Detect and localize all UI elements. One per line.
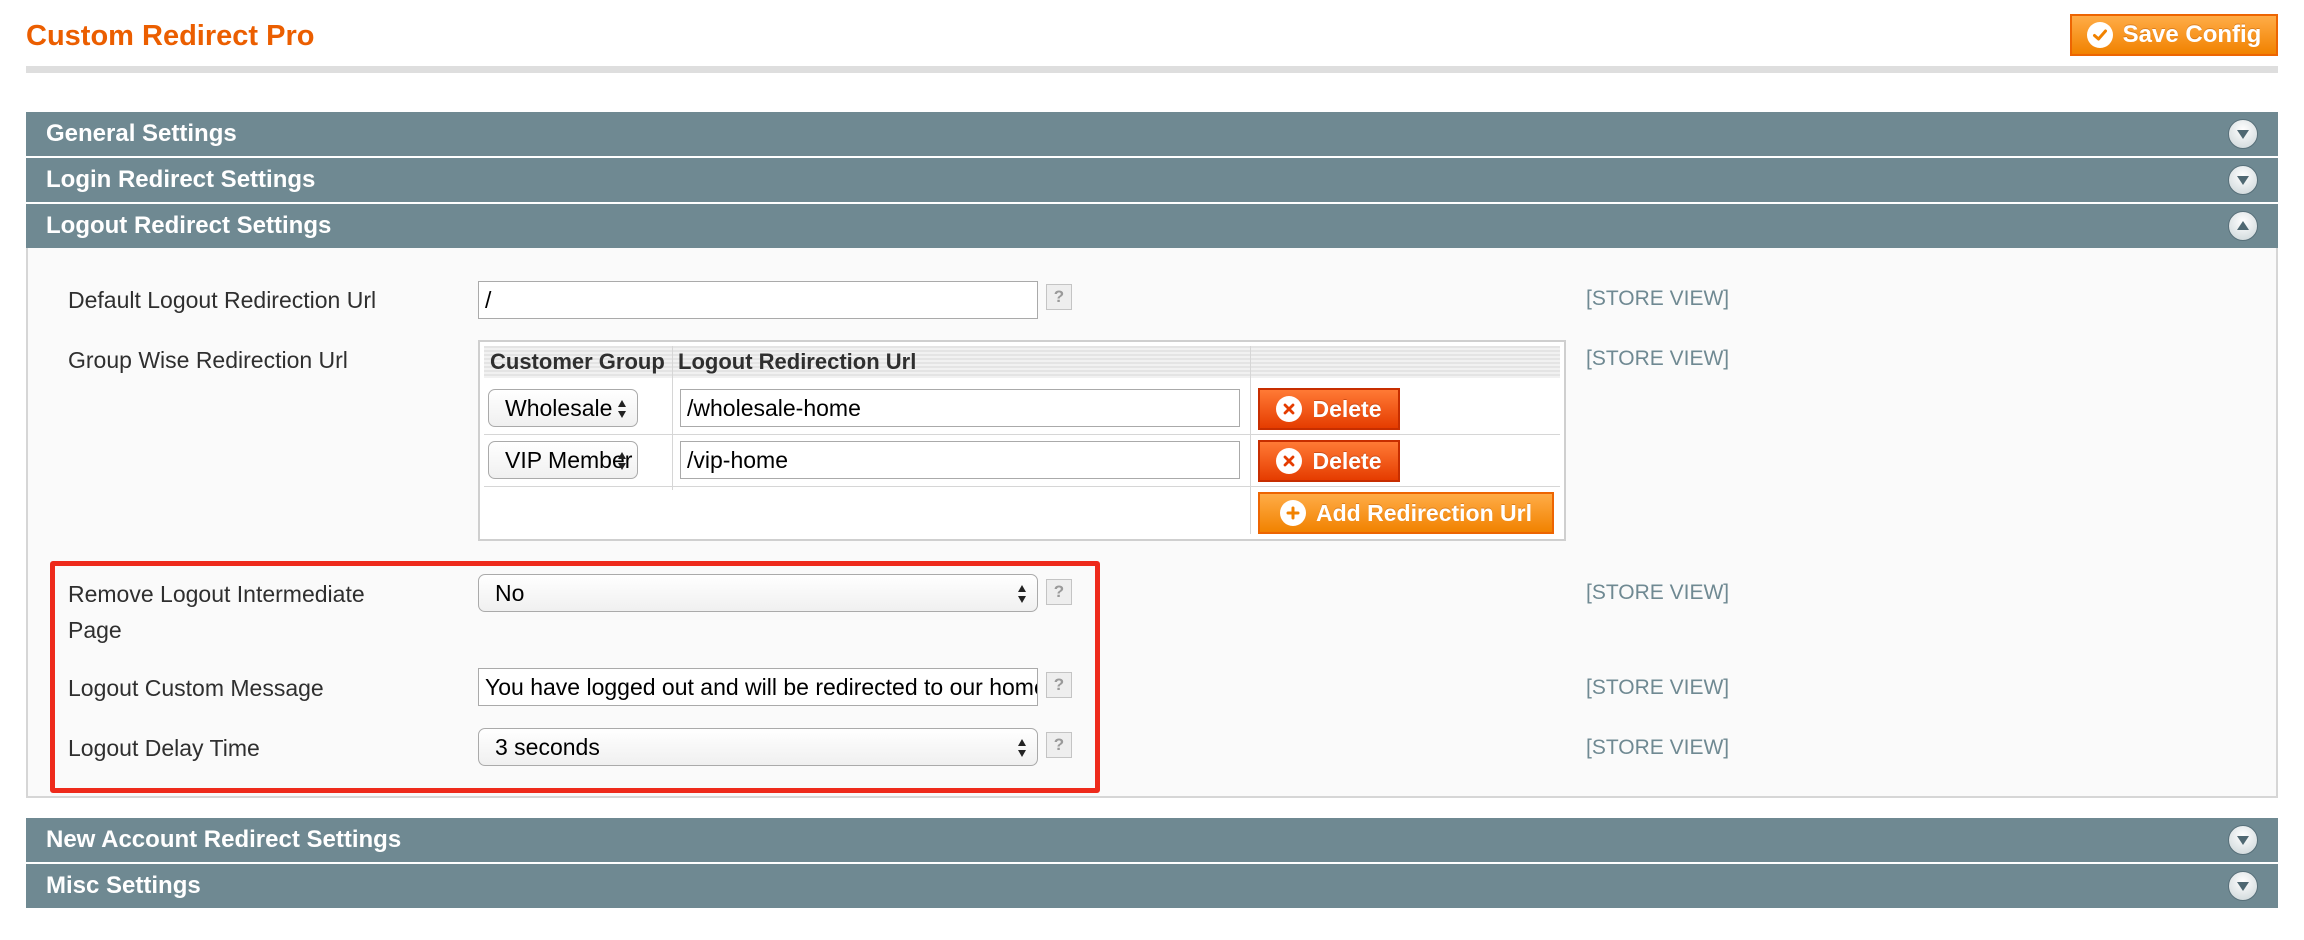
chevron-down-icon[interactable] <box>2228 825 2258 855</box>
customer-group-value: VIP Member <box>505 446 633 473</box>
save-config-label: Save Config <box>2122 21 2262 48</box>
default-logout-url-input[interactable]: / <box>478 281 1038 319</box>
scope-label: [STORE VIEW] <box>1586 287 1730 310</box>
select-arrows-icon <box>618 400 626 418</box>
grid-header: Customer Group Logout Redirection Url <box>484 346 1560 378</box>
select-arrows-icon <box>618 452 626 470</box>
plus-circle-icon <box>1280 500 1307 526</box>
x-circle-icon <box>1276 448 1303 474</box>
grid-divider <box>1250 346 1251 534</box>
delete-row-button[interactable]: Delete <box>1258 440 1400 482</box>
delete-row-button[interactable]: Delete <box>1258 388 1400 430</box>
section-title: New Account Redirect Settings <box>46 826 402 853</box>
logout-url-input[interactable]: /wholesale-home <box>680 389 1240 427</box>
grid-divider <box>672 346 673 490</box>
section-title: Misc Settings <box>46 872 201 899</box>
scope-label: [STORE VIEW] <box>1586 676 1730 699</box>
section-login-redirect-settings[interactable]: Login Redirect Settings <box>26 158 2278 202</box>
section-title: Logout Redirect Settings <box>46 212 332 239</box>
column-header-customer-group: Customer Group <box>490 349 665 374</box>
chevron-down-icon[interactable] <box>2228 119 2258 149</box>
chevron-down-icon[interactable] <box>2228 871 2258 901</box>
add-redirection-url-label: Add Redirection Url <box>1316 499 1532 526</box>
save-config-button[interactable]: Save Config <box>2070 14 2278 56</box>
default-logout-url-label: Default Logout Redirection Url <box>68 287 377 313</box>
section-new-account-redirect-settings[interactable]: New Account Redirect Settings <box>26 818 2278 862</box>
scope-label: [STORE VIEW] <box>1586 736 1730 759</box>
section-logout-redirect-settings[interactable]: Logout Redirect Settings <box>26 204 2278 248</box>
section-title: General Settings <box>46 120 237 147</box>
scope-label: [STORE VIEW] <box>1586 347 1730 370</box>
group-wise-url-label: Group Wise Redirection Url <box>68 347 348 373</box>
help-icon[interactable]: ? <box>1046 284 1072 310</box>
x-circle-icon <box>1276 396 1303 422</box>
add-redirection-url-button[interactable]: Add Redirection Url <box>1258 492 1554 534</box>
logout-url-input[interactable]: /vip-home <box>680 441 1240 479</box>
delete-label: Delete <box>1312 447 1382 474</box>
customer-group-select[interactable]: VIP Member <box>488 441 638 479</box>
section-title: Login Redirect Settings <box>46 166 316 193</box>
delete-label: Delete <box>1312 395 1382 422</box>
check-circle-icon <box>2086 22 2113 48</box>
title-divider <box>26 66 2278 73</box>
chevron-up-icon[interactable] <box>2228 211 2258 241</box>
customer-group-value: Wholesale <box>505 394 613 421</box>
grid-divider <box>484 486 1560 487</box>
column-header-logout-url: Logout Redirection Url <box>678 349 917 374</box>
highlight-annotation-box <box>50 561 1100 793</box>
scope-label: [STORE VIEW] <box>1586 581 1730 604</box>
section-general-settings[interactable]: General Settings <box>26 112 2278 156</box>
grid-divider <box>484 434 1560 435</box>
customer-group-select[interactable]: Wholesale <box>488 389 638 427</box>
section-misc-settings[interactable]: Misc Settings <box>26 864 2278 908</box>
page-title: Custom Redirect Pro <box>26 20 315 52</box>
chevron-down-icon[interactable] <box>2228 165 2258 195</box>
